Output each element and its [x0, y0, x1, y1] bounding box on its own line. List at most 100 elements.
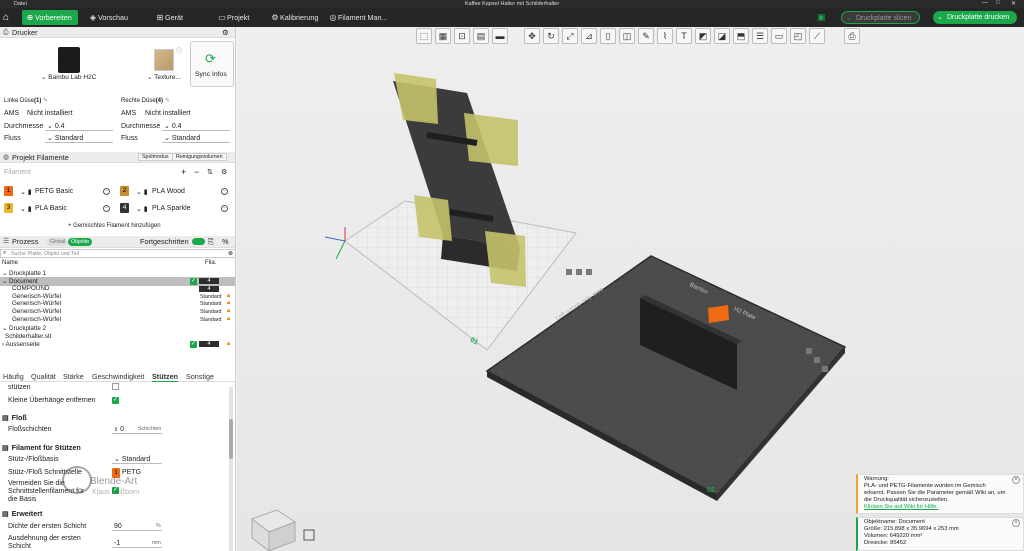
- filament-1-name[interactable]: PETG Basic: [35, 188, 73, 195]
- layout-icon[interactable]: ▣: [817, 12, 826, 23]
- info-icon[interactable]: ⓘ: [176, 46, 182, 55]
- remove-small-overhangs-checkbox[interactable]: ✓: [112, 397, 119, 404]
- sync-filament-icon[interactable]: ⇅: [207, 168, 213, 176]
- tree-cube-2[interactable]: Generisch-Würfel: [12, 300, 61, 307]
- assembly-icon[interactable]: ⬒: [733, 28, 749, 44]
- purge-volume-button[interactable]: Reinigungsvolumen: [172, 153, 227, 161]
- minus-circle-icon[interactable]: −: [221, 205, 228, 212]
- filament-number[interactable]: 4: [199, 286, 219, 292]
- support-interface-value[interactable]: PETG: [122, 469, 141, 476]
- close-window-button[interactable]: ✕: [1011, 0, 1016, 7]
- lock-icon[interactable]: 🔒︎: [227, 341, 230, 348]
- plate-2-tool-icon[interactable]: [822, 366, 828, 372]
- add-object-icon[interactable]: ⬚: [416, 28, 432, 44]
- supports-checkbox[interactable]: [112, 383, 119, 390]
- boolean-icon[interactable]: ◫: [619, 28, 635, 44]
- tab-device[interactable]: ⊞ Gerät: [155, 10, 183, 25]
- tree-document[interactable]: ⌄ Document: [2, 278, 38, 285]
- tab-speed[interactable]: Geschwindigkeit: [92, 372, 144, 381]
- layers-icon[interactable]: ☰: [752, 28, 768, 44]
- add-icon[interactable]: +: [181, 167, 186, 177]
- gear-icon[interactable]: ⚙: [222, 27, 229, 38]
- lay-on-face-icon[interactable]: ⊿: [581, 28, 597, 44]
- wiki-help-link[interactable]: Klicken Sie auf Wiki für Hilfe.: [864, 504, 1019, 511]
- filament-3-name[interactable]: PLA Basic: [35, 205, 67, 212]
- settings-icon[interactable]: ⚙: [221, 168, 227, 176]
- tree-plate-1[interactable]: ⌄ Druckplatte 1: [2, 270, 46, 277]
- settings-scrollbar[interactable]: [229, 387, 233, 551]
- fit-view-icon[interactable]: [303, 529, 315, 541]
- tab-calibration[interactable]: ⚙Kalibrierung: [270, 10, 318, 25]
- sync-info-button[interactable]: ⟳ Sync Infos: [190, 41, 234, 87]
- filament-filter-input[interactable]: Filament: [4, 169, 174, 176]
- tab-prepare[interactable]: ⊕ Vorbereiten: [22, 10, 78, 25]
- flow-right-select[interactable]: ⌄ Standard: [162, 134, 230, 143]
- add-plate-icon[interactable]: ▦: [435, 28, 451, 44]
- checkbox-icon[interactable]: ✓: [190, 278, 197, 285]
- raft-layers-input[interactable]: ⇕ 0 Schichten: [112, 425, 162, 434]
- plate-1-tool-icon[interactable]: [576, 269, 582, 275]
- plate-2-tool-icon[interactable]: [806, 348, 812, 354]
- build-plate-image[interactable]: [154, 49, 174, 71]
- tab-supports[interactable]: Stützen: [152, 372, 178, 382]
- rotate-icon[interactable]: ↻: [543, 28, 559, 44]
- lock-icon[interactable]: 🔒︎: [227, 293, 230, 300]
- filament-3-badge[interactable]: 3: [4, 203, 13, 213]
- plate-2-tool-icon[interactable]: [814, 357, 820, 363]
- snapshot-icon[interactable]: ⎙: [844, 28, 860, 44]
- home-icon[interactable]: ⌂: [3, 12, 9, 23]
- cut-icon[interactable]: ▯: [600, 28, 616, 44]
- slice-plate-button[interactable]: ⌄ Druckplatte slicen: [841, 11, 921, 24]
- plate-select[interactable]: ⌄ Texture...: [147, 73, 181, 81]
- filament-1-badge[interactable]: 1: [4, 186, 13, 196]
- minimize-button[interactable]: —: [982, 0, 988, 6]
- tree-plate-2[interactable]: ⌄ Druckplatte 2: [2, 325, 46, 332]
- lock-icon[interactable]: 🔒︎: [227, 308, 230, 315]
- filament-number[interactable]: 4: [199, 278, 219, 284]
- tree-outside[interactable]: › Aussenseite: [2, 341, 40, 348]
- flush-mode-button[interactable]: Spülmodus: [138, 153, 173, 161]
- move-icon[interactable]: ✥: [524, 28, 540, 44]
- percent-icon[interactable]: %: [222, 236, 229, 247]
- scene-canvas[interactable]: [237, 27, 1024, 551]
- color-paint-icon[interactable]: ◩: [695, 28, 711, 44]
- measure-icon[interactable]: ⟋: [809, 28, 825, 44]
- global-toggle[interactable]: Global: [47, 238, 69, 246]
- tree-cube-3[interactable]: Generisch-Würfel: [12, 308, 61, 315]
- lock-icon[interactable]: 🔒︎: [227, 300, 230, 307]
- plate-1-tool-icon[interactable]: [566, 269, 572, 275]
- diameter-left-select[interactable]: ⌄ 0.4: [45, 122, 113, 131]
- tree-sign-holder[interactable]: Schilderhalter.stl: [5, 333, 51, 340]
- close-icon[interactable]: ×: [1012, 476, 1020, 484]
- objects-toggle[interactable]: Objekte: [68, 238, 93, 246]
- tab-project[interactable]: ▭Projekt: [217, 10, 249, 25]
- tab-other[interactable]: Sonstige: [186, 372, 214, 381]
- checkbox-icon[interactable]: ✓: [190, 341, 197, 348]
- split-icon[interactable]: ▬: [492, 28, 508, 44]
- remove-icon[interactable]: −: [194, 167, 199, 177]
- arrange-icon[interactable]: ▤: [473, 28, 489, 44]
- tab-strength[interactable]: Stärke: [63, 372, 84, 381]
- minus-circle-icon[interactable]: −: [103, 188, 110, 195]
- variable-height-icon[interactable]: ▭: [771, 28, 787, 44]
- tree-cube-1[interactable]: Generisch-Würfel: [12, 293, 61, 300]
- print-plate-button[interactable]: ⌄ Druckplatte drucken: [933, 11, 1018, 24]
- text-icon[interactable]: T: [676, 28, 692, 44]
- clear-icon[interactable]: ⊗: [228, 250, 233, 257]
- seam-icon[interactable]: ⌇: [657, 28, 673, 44]
- tab-quality[interactable]: Qualität: [31, 372, 56, 381]
- object-search-box[interactable]: ⌕ Suche Platte, Objekt und Teil ⊗: [0, 249, 235, 258]
- tree-compound[interactable]: COMPOUND: [12, 285, 49, 292]
- filament-4-badge[interactable]: 4: [120, 203, 129, 213]
- add-mixed-filament-button[interactable]: + Gemischtes Filament hinzufügen: [68, 223, 161, 229]
- emboss-icon[interactable]: ◪: [714, 28, 730, 44]
- lock-icon[interactable]: 🔒︎: [227, 316, 230, 323]
- maximize-button[interactable]: □: [996, 0, 1000, 6]
- support-base-select[interactable]: ⌄ Standard: [112, 455, 162, 464]
- paint-support-icon[interactable]: ✎: [638, 28, 654, 44]
- view-cube[interactable]: [250, 509, 297, 551]
- flow-left-select[interactable]: ⌄ Standard: [45, 134, 113, 143]
- tab-common[interactable]: Häufig: [3, 372, 24, 381]
- plate-2[interactable]: [485, 255, 847, 501]
- advanced-switch[interactable]: [192, 238, 205, 245]
